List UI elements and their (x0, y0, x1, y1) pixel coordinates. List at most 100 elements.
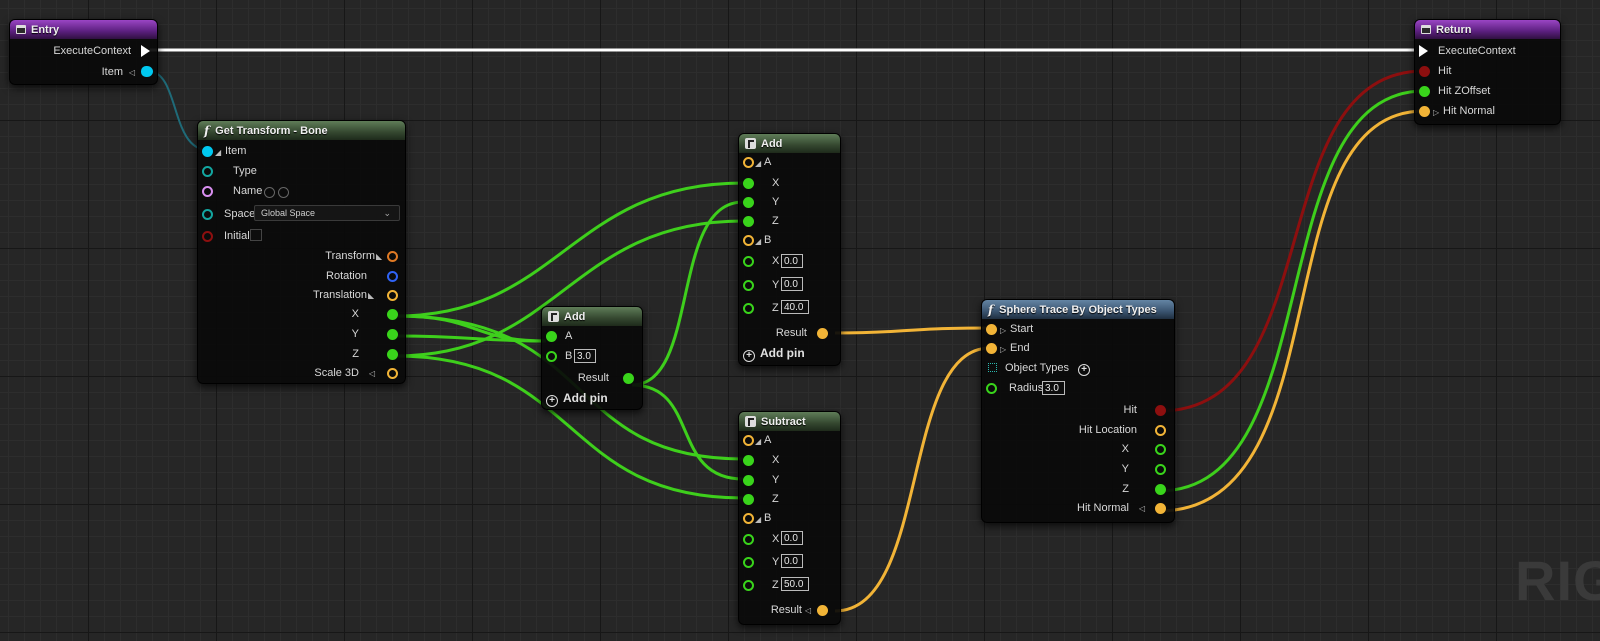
search-icon[interactable] (278, 187, 289, 198)
subtract-result-pin[interactable] (817, 605, 828, 616)
return-header[interactable]: Return (1415, 20, 1560, 39)
get-transform-item-pin[interactable] (202, 146, 213, 157)
get-transform-scale-pin[interactable] (387, 368, 398, 379)
entry-node[interactable]: Entry ExecuteContext Item ◁ (9, 19, 158, 85)
get-transform-space-pin[interactable] (202, 209, 213, 220)
subtract-title: Subtract (761, 415, 806, 428)
sphere-trace-header[interactable]: f Sphere Trace By Object Types (982, 300, 1174, 319)
subtract-bx-pin[interactable] (743, 534, 754, 545)
sphere-trace-hit-location-pin[interactable] (1155, 425, 1166, 436)
return-hit-zoffset-pin[interactable] (1419, 86, 1430, 97)
expand-arrow-icon[interactable]: ▷ (1000, 345, 1006, 355)
array-grid-icon[interactable] (988, 363, 997, 372)
sphere-trace-hit-pin[interactable] (1155, 405, 1166, 416)
get-transform-initial-pin[interactable] (202, 231, 213, 242)
expand-arrow-icon[interactable]: ◁ (129, 68, 135, 78)
add-vector-add-pin-button[interactable]: + Add pin (743, 346, 805, 362)
add-vector-title: Add (761, 137, 783, 150)
add-float-b-pin[interactable] (546, 351, 557, 362)
sphere-trace-radius-pin[interactable] (986, 383, 997, 394)
collapse-arrow-icon[interactable]: ◢ (755, 159, 761, 169)
get-transform-z-pin[interactable] (387, 349, 398, 360)
sphere-trace-node[interactable]: f Sphere Trace By Object Types ▷ Start ▷ … (981, 299, 1175, 523)
expand-arrow-icon[interactable]: ◁ (1139, 504, 1145, 514)
add-vector-by-input[interactable]: 0.0 (781, 277, 803, 291)
expand-arrow-icon[interactable]: ◁ (369, 369, 375, 379)
sphere-trace-hit-location-label: Hit Location (1078, 424, 1137, 436)
sphere-trace-y-pin[interactable] (1155, 464, 1166, 475)
return-node[interactable]: Return ExecuteContext Hit Hit ZOffset ▷ … (1414, 19, 1561, 125)
subtract-by-pin[interactable] (743, 557, 754, 568)
sphere-trace-start-pin[interactable] (986, 324, 997, 335)
subtract-ax-pin[interactable] (743, 455, 754, 466)
add-vector-by-pin[interactable] (743, 280, 754, 291)
entry-exec-pin[interactable] (141, 45, 150, 57)
sphere-trace-hit-normal-pin[interactable] (1155, 503, 1166, 514)
sphere-trace-x-pin[interactable] (1155, 444, 1166, 455)
subtract-by-input[interactable]: 0.0 (781, 554, 803, 568)
add-float-header[interactable]: Add (542, 307, 642, 326)
get-transform-bone-node[interactable]: f Get Transform - Bone ◢ Item Type Name S… (197, 120, 406, 384)
add-vector-ay-pin[interactable] (743, 197, 754, 208)
collapse-arrow-icon[interactable]: ◢ (755, 237, 761, 247)
get-transform-transform-pin[interactable] (387, 251, 398, 262)
add-vector-b-pin[interactable] (743, 235, 754, 246)
get-transform-x-pin[interactable] (387, 309, 398, 320)
get-transform-header[interactable]: f Get Transform - Bone (198, 121, 405, 140)
sphere-trace-z-pin[interactable] (1155, 484, 1166, 495)
get-transform-rotation-pin[interactable] (387, 271, 398, 282)
subtract-header[interactable]: Subtract (739, 412, 840, 431)
add-float-b-input[interactable]: 3.0 (574, 349, 596, 363)
add-vector-bz-pin[interactable] (743, 303, 754, 314)
get-transform-translation-pin[interactable] (387, 290, 398, 301)
add-vector-az-pin[interactable] (743, 216, 754, 227)
subtract-a-pin[interactable] (743, 435, 754, 446)
sphere-trace-start-label: Start (1010, 323, 1034, 335)
add-vector-a-pin[interactable] (743, 157, 754, 168)
add-vector-bx-pin[interactable] (743, 256, 754, 267)
add-vector-node[interactable]: Add ◢ A X Y Z ◢ B X 0.0 Y 0.0 Z 40.0 Res… (738, 133, 841, 366)
return-hit-pin[interactable] (1419, 66, 1430, 77)
subtract-ay-pin[interactable] (743, 475, 754, 486)
subtract-b-pin[interactable] (743, 513, 754, 524)
collapse-arrow-icon[interactable]: ◢ (755, 515, 761, 525)
add-circle-icon[interactable] (264, 187, 275, 198)
add-vector-ax-pin[interactable] (743, 178, 754, 189)
get-transform-y-pin[interactable] (387, 329, 398, 340)
add-float-result-pin[interactable] (623, 373, 634, 384)
add-float-node[interactable]: Add A B 3.0 Result + Add pin (541, 306, 643, 410)
collapse-arrow-icon[interactable]: ◢ (755, 437, 761, 447)
subtract-az-pin[interactable] (743, 494, 754, 505)
add-vector-bz-input[interactable]: 40.0 (781, 300, 809, 314)
add-vector-b-label: B (764, 234, 772, 246)
add-float-add-pin-button[interactable]: + Add pin (546, 391, 608, 407)
subtract-bx-input[interactable]: 0.0 (781, 531, 803, 545)
initial-checkbox[interactable] (250, 229, 262, 241)
space-dropdown[interactable]: Global Space ⌄ (254, 205, 400, 221)
subtract-node[interactable]: Subtract ◢ A X Y Z ◢ B X 0.0 Y 0.0 Z 50.… (738, 411, 841, 625)
add-vector-by-label: Y (772, 279, 780, 291)
entry-execute-label: ExecuteContext (53, 45, 131, 57)
subtract-bz-pin[interactable] (743, 580, 754, 591)
return-hit-normal-pin[interactable] (1419, 106, 1430, 117)
expand-arrow-icon[interactable]: ▷ (1433, 108, 1439, 118)
sphere-trace-radius-input[interactable]: 3.0 (1042, 381, 1065, 395)
get-transform-name-pin[interactable] (202, 186, 213, 197)
expand-arrow-icon[interactable]: ▷ (1000, 326, 1006, 336)
entry-header[interactable]: Entry (10, 20, 157, 39)
subtract-bz-input[interactable]: 50.0 (781, 577, 809, 591)
add-vector-header[interactable]: Add (739, 134, 840, 153)
add-float-a-pin[interactable] (546, 331, 557, 342)
entry-item-pin[interactable] (141, 66, 153, 77)
return-exec-pin[interactable] (1419, 45, 1428, 57)
get-transform-type-pin[interactable] (202, 166, 213, 177)
collapse-arrow-icon[interactable]: ◣ (368, 291, 374, 301)
add-vector-result-pin[interactable] (817, 328, 828, 339)
wire-result-addbig-y (631, 200, 744, 387)
collapse-arrow-icon[interactable]: ◣ (376, 252, 382, 262)
collapse-arrow-icon[interactable]: ◢ (215, 148, 221, 158)
object-types-add-button[interactable]: + (1078, 360, 1095, 376)
sphere-trace-end-pin[interactable] (986, 343, 997, 354)
expand-arrow-icon[interactable]: ◁ (805, 606, 811, 616)
add-vector-bx-input[interactable]: 0.0 (781, 254, 803, 268)
